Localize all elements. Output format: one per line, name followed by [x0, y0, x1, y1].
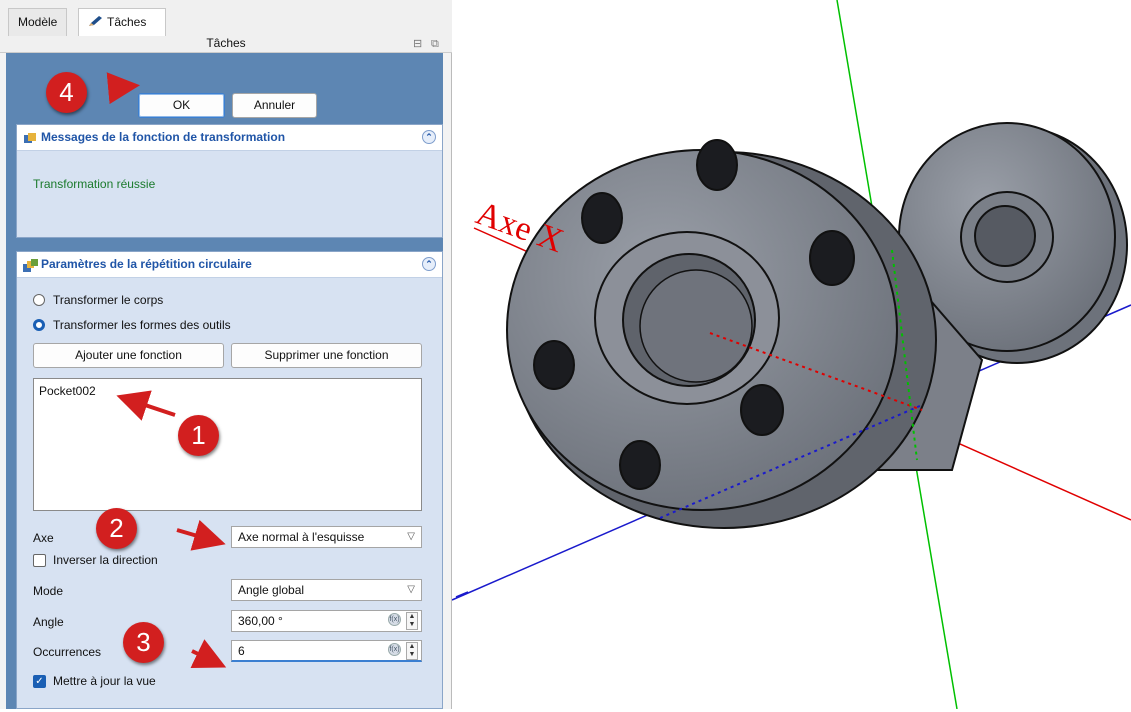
arrow-icon	[176, 519, 226, 551]
step-badge-4: 4	[46, 72, 87, 113]
arrow-icon	[106, 72, 140, 105]
step-badge-3: 3	[123, 622, 164, 663]
arrow-icon	[116, 390, 176, 421]
step-badge-1: 1	[178, 415, 219, 456]
3d-scene: Axe X	[451, 0, 1131, 710]
3d-viewport[interactable]: Axe X	[451, 0, 1131, 710]
step-badge-2: 2	[96, 508, 137, 549]
axis-x-label: Axe X	[471, 195, 568, 260]
arrow-icon	[190, 639, 227, 669]
